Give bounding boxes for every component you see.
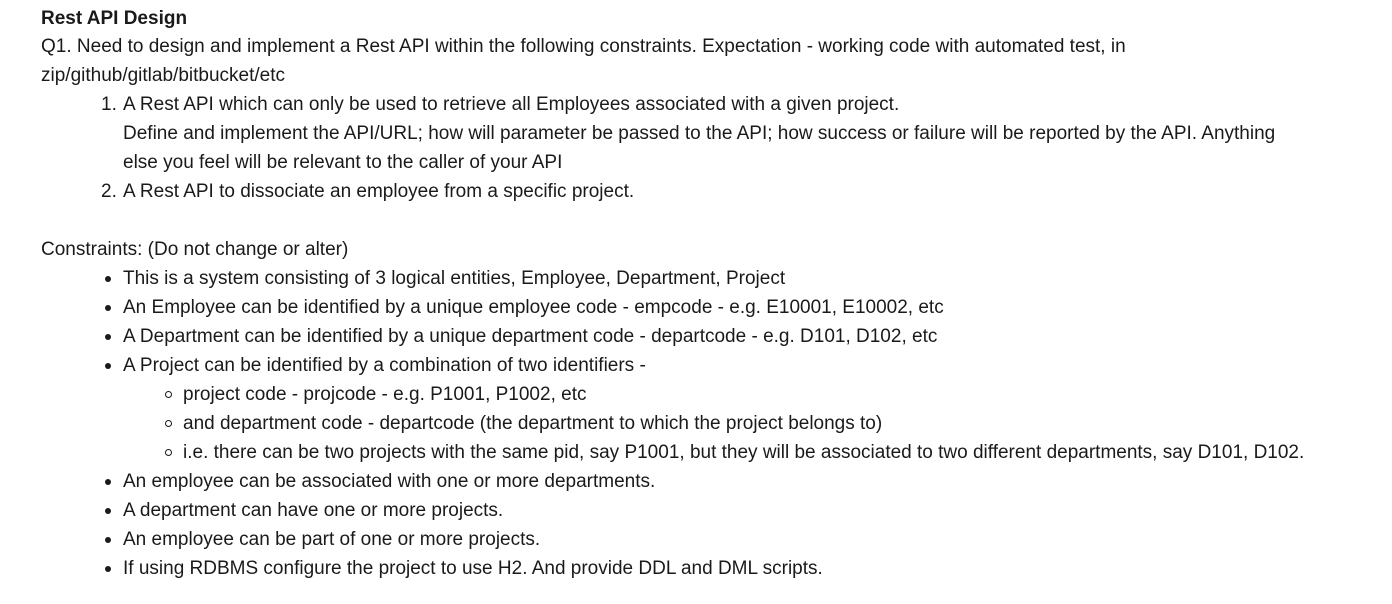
- task-text-line: A Rest API to dissociate an employee fro…: [123, 181, 635, 202]
- constraint-item: If using RDBMS configure the project to …: [105, 554, 1392, 583]
- constraint-item: An employee can be part of one or more p…: [105, 525, 1392, 554]
- constraint-item: An Employee can be identified by a uniqu…: [105, 293, 1392, 322]
- constraint-item: A department can have one or more projec…: [105, 496, 1392, 525]
- constraint-item: This is a system consisting of 3 logical…: [105, 264, 1392, 293]
- constraints-list: This is a system consisting of 3 logical…: [41, 264, 1392, 583]
- question-text-line-2: zip/github/gitlab/bitbucket/etc: [41, 65, 285, 86]
- project-identifier-item: i.e. there can be two projects with the …: [165, 438, 1392, 467]
- project-identifier-item: and department code - departcode (the de…: [165, 409, 1392, 438]
- task-number: 2.: [101, 181, 117, 202]
- document-title: Rest API Design: [41, 8, 188, 29]
- task-text-line: Define and implement the API/URL; how wi…: [123, 123, 1276, 144]
- task-list: 1. A Rest API which can only be used to …: [41, 90, 1392, 206]
- task-text-line: else you feel will be relevant to the ca…: [123, 152, 563, 173]
- task-item-2: 2. A Rest API to dissociate an employee …: [101, 177, 1392, 206]
- constraints-heading: Constraints: (Do not change or alter): [41, 239, 349, 260]
- constraint-item-project: A Project can be identified by a combina…: [105, 351, 1392, 467]
- task-item-1: 1. A Rest API which can only be used to …: [101, 90, 1392, 177]
- question-text-line-1: Q1. Need to design and implement a Rest …: [41, 36, 1126, 57]
- constraint-item: An employee can be associated with one o…: [105, 467, 1392, 496]
- document: Rest API Design Q1. Need to design and i…: [0, 0, 1392, 583]
- task-number: 1.: [101, 94, 117, 115]
- constraint-text: A Project can be identified by a combina…: [123, 355, 646, 376]
- project-identifier-list: project code - projcode - e.g. P1001, P1…: [123, 380, 1392, 467]
- task-text-line: A Rest API which can only be used to ret…: [123, 94, 900, 115]
- project-identifier-item: project code - projcode - e.g. P1001, P1…: [165, 380, 1392, 409]
- constraint-item: A Department can be identified by a uniq…: [105, 322, 1392, 351]
